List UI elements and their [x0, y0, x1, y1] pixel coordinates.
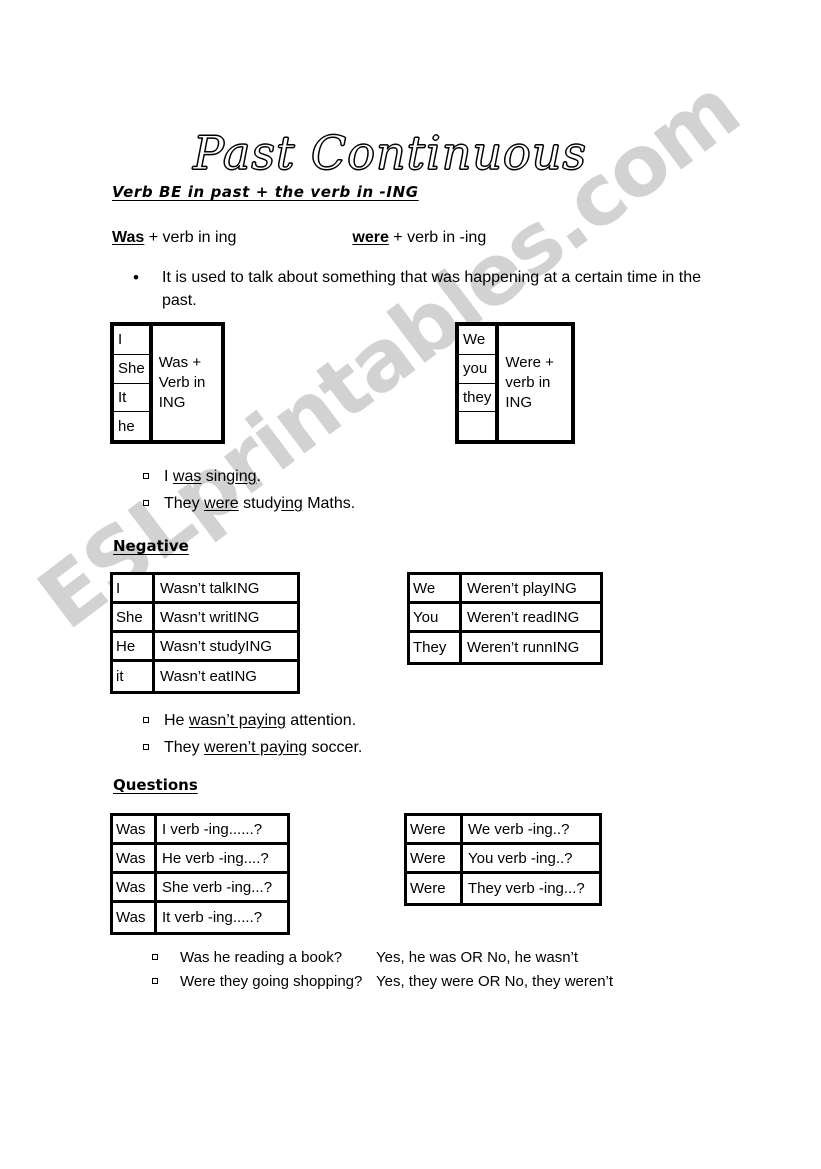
table-cell-empty — [459, 412, 495, 440]
square-bullet-icon — [143, 717, 149, 723]
table-row: Were They verb -ing...? — [407, 874, 599, 903]
examples-affirmative: I was singing. They were studying Maths. — [143, 468, 355, 522]
formula-was-key: Was — [112, 229, 145, 246]
table-cell: She — [114, 355, 149, 384]
table-cell-predicate: Weren’t runnING — [467, 639, 580, 656]
table-row: She Wasn’t writING — [113, 604, 297, 633]
table-cell: We — [459, 326, 496, 355]
table-cell-subject: She — [113, 604, 155, 630]
example-sentence: I was singing. — [164, 468, 261, 485]
formula-row: Was + verb in ing were + verb in -ing — [112, 229, 486, 247]
bullet-dot-icon: • — [133, 268, 139, 287]
table-cell-subject: We — [410, 575, 462, 601]
formula-were-key: were — [352, 229, 389, 246]
list-item: They weren’t paying soccer. — [143, 739, 362, 757]
table-cell-subject: I — [113, 575, 155, 601]
table-cell: It — [114, 384, 149, 413]
table-row: Were You verb -ing..? — [407, 845, 599, 874]
intro-text: It is used to talk about something that … — [162, 269, 701, 309]
table-cell-predicate: Weren’t readING — [467, 608, 580, 626]
table-row: Was It verb -ing.....? — [113, 903, 287, 932]
table-row: They Weren’t runnING — [410, 633, 600, 662]
formula-was-rest: + verb in ing — [144, 229, 237, 246]
list-item: Were they going shopping? Yes, they were… — [152, 973, 613, 990]
table-row: Was He verb -ing....? — [113, 845, 287, 874]
table-cell-aux: Were — [407, 845, 463, 871]
table-cell-rest: She verb -ing...? — [162, 878, 273, 896]
table-cell-predicate: Wasn’t eatING — [160, 668, 257, 685]
table-row: Were We verb -ing..? — [407, 816, 599, 845]
table-cell-predicate: Wasn’t talkING — [160, 579, 260, 597]
table-cell-rest: It verb -ing.....? — [162, 909, 263, 926]
table-cell-predicate: Weren’t playING — [467, 579, 577, 597]
worksheet-page: Past Continuous Verb BE in past + the ve… — [0, 0, 821, 1169]
table-cell: he — [118, 417, 135, 435]
table-cell-rest: You verb -ing..? — [468, 849, 573, 867]
heading-negative: Negative — [113, 537, 189, 555]
table-cell-aux: Were — [407, 874, 463, 903]
example-answer: Yes, they were OR No, they weren’t — [376, 973, 614, 990]
table-cell-rest: We verb -ing..? — [468, 820, 570, 838]
negative-table-was: I Wasn’t talkING She Wasn’t writING He W… — [110, 572, 300, 694]
formula-was: Was + verb in ing — [112, 229, 236, 246]
square-bullet-icon — [143, 744, 149, 750]
table-cell: they — [459, 384, 496, 413]
list-item: Was he reading a book? Yes, he was OR No… — [152, 949, 613, 966]
affirmative-predicate-cell: Were + verb in ING — [505, 354, 554, 411]
list-item: He wasn’t paying attention. — [143, 712, 362, 730]
questions-table-were: Were We verb -ing..? Were You verb -ing.… — [404, 813, 602, 906]
table-cell-aux: Was — [113, 874, 157, 900]
table-cell-rest: They verb -ing...? — [468, 880, 585, 897]
affirmative-predicate-cell: Was + Verb in ING — [158, 354, 206, 411]
table-cell-aux: Was — [113, 816, 157, 842]
list-item: I was singing. — [143, 468, 355, 486]
table-cell-subject: He — [113, 633, 155, 659]
table-row: Was I verb -ing......? — [113, 816, 287, 845]
intro-bullet-item: • It is used to talk about something tha… — [133, 267, 733, 312]
negative-table-were: We Weren’t playING You Weren’t readING T… — [407, 572, 603, 665]
table-cell-rest: He verb -ing....? — [162, 849, 269, 867]
questions-table-was: Was I verb -ing......? Was He verb -ing.… — [110, 813, 290, 935]
table-row: You Weren’t readING — [410, 604, 600, 633]
table-cell-subject: They — [410, 633, 462, 662]
page-subtitle: Verb BE in past + the verb in -ING — [112, 183, 419, 201]
table-row: Was She verb -ing...? — [113, 874, 287, 903]
table-row: He Wasn’t studyING — [113, 633, 297, 662]
formula-were-rest: + verb in -ing — [388, 229, 487, 246]
affirmative-subject-column: I She It he — [114, 326, 153, 440]
list-item: They were studying Maths. — [143, 495, 355, 513]
heading-questions: Questions — [113, 776, 198, 794]
table-cell-aux: Was — [113, 903, 157, 932]
table-row: We Weren’t playING — [410, 575, 600, 604]
affirmative-subject-column: We you they — [459, 326, 500, 440]
examples-negative: He wasn’t paying attention. They weren’t… — [143, 712, 362, 766]
square-bullet-icon — [143, 500, 149, 506]
table-row: it Wasn’t eatING — [113, 662, 297, 691]
affirmative-table-was: I She It he Was + Verb in ING — [110, 322, 225, 444]
table-cell-predicate: Wasn’t writING — [160, 608, 260, 626]
table-cell-subject: it — [113, 662, 155, 691]
example-question: Was he reading a book? — [180, 949, 343, 966]
example-sentence: He wasn’t paying attention. — [164, 712, 357, 729]
affirmative-table-were: We you they Were + verb in ING — [455, 322, 575, 444]
table-cell: you — [459, 355, 496, 384]
table-cell-predicate: Wasn’t studyING — [160, 637, 272, 655]
example-answer: Yes, he was OR No, he wasn’t — [376, 949, 579, 966]
example-sentence: They weren’t paying soccer. — [164, 739, 363, 756]
table-cell: I — [114, 326, 149, 355]
example-question: Were they going shopping? — [180, 973, 363, 990]
table-row: I Wasn’t talkING — [113, 575, 297, 604]
example-sentence: They were studying Maths. — [164, 495, 356, 512]
examples-questions: Was he reading a book? Yes, he was OR No… — [152, 949, 613, 997]
table-cell-subject: You — [410, 604, 462, 630]
square-bullet-icon — [152, 978, 158, 984]
square-bullet-icon — [152, 954, 158, 960]
square-bullet-icon — [143, 473, 149, 479]
table-cell-rest: I verb -ing......? — [162, 820, 263, 838]
table-cell-aux: Were — [407, 816, 463, 842]
table-cell-aux: Was — [113, 845, 157, 871]
page-title: Past Continuous — [193, 126, 587, 181]
formula-were: were + verb in -ing — [352, 229, 486, 247]
